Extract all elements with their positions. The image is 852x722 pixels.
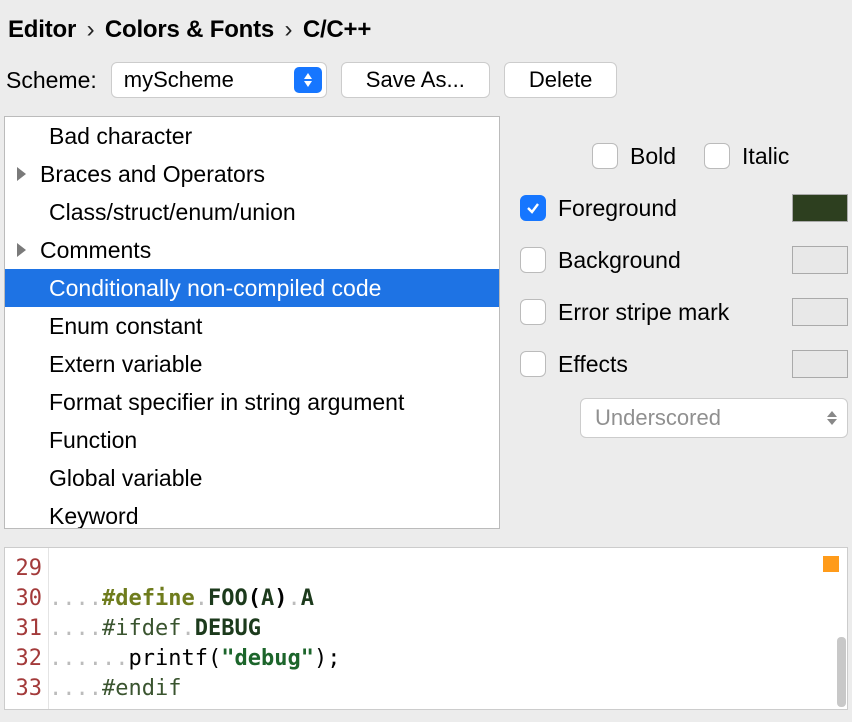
vertical-scrollbar[interactable] — [837, 637, 846, 707]
line-gutter: 29 30 31 32 33 — [5, 548, 49, 709]
list-item[interactable]: Comments — [5, 231, 499, 269]
breadcrumb-ccpp: C/C++ — [303, 16, 371, 43]
breadcrumb: Editor › Colors & Fonts › C/C++ — [0, 0, 852, 62]
save-as-button[interactable]: Save As... — [341, 62, 490, 98]
background-checkbox[interactable] — [520, 247, 546, 273]
scheme-select[interactable]: myScheme — [111, 62, 327, 98]
bold-checkbox[interactable] — [592, 143, 618, 169]
list-item[interactable]: Enum constant — [5, 307, 499, 345]
list-item[interactable]: Class/struct/enum/union — [5, 193, 499, 231]
disclosure-triangle-icon — [17, 243, 26, 257]
list-item[interactable]: Function — [5, 421, 499, 459]
error-stripe-swatch[interactable] — [792, 298, 848, 326]
updown-icon — [294, 67, 322, 93]
background-swatch[interactable] — [792, 246, 848, 274]
style-options: Bold Italic Foreground Background Error … — [520, 116, 848, 529]
chevron-right-icon: › — [87, 16, 95, 43]
list-item[interactable]: Keyword — [5, 497, 499, 529]
delete-button[interactable]: Delete — [504, 62, 618, 98]
breadcrumb-editor: Editor — [8, 16, 76, 43]
list-item[interactable]: Global variable — [5, 459, 499, 497]
scheme-value: myScheme — [124, 67, 234, 93]
disclosure-triangle-icon — [17, 167, 26, 181]
effects-label: Effects — [558, 351, 780, 378]
effects-swatch[interactable] — [792, 350, 848, 378]
error-stripe-label: Error stripe mark — [558, 299, 780, 326]
bold-label: Bold — [630, 143, 676, 170]
updown-icon — [827, 411, 837, 425]
list-item-selected[interactable]: Conditionally non-compiled code — [5, 269, 499, 307]
italic-checkbox[interactable] — [704, 143, 730, 169]
chevron-right-icon: › — [285, 16, 293, 43]
code-body[interactable]: ....#define.FOO(A).A ....#ifdef.DEBUG ..… — [49, 548, 847, 709]
italic-label: Italic — [742, 143, 789, 170]
effects-type-select[interactable]: Underscored — [580, 398, 848, 438]
foreground-swatch[interactable] — [792, 194, 848, 222]
effects-checkbox[interactable] — [520, 351, 546, 377]
warning-mark-icon — [823, 556, 839, 572]
breadcrumb-colors-fonts: Colors & Fonts — [105, 16, 274, 43]
list-item[interactable]: Format specifier in string argument — [5, 383, 499, 421]
code-preview: 29 30 31 32 33 ....#define.FOO(A).A ....… — [4, 547, 848, 710]
effects-type-value: Underscored — [595, 405, 721, 431]
attributes-list[interactable]: Bad character Braces and Operators Class… — [4, 116, 500, 529]
scheme-row: Scheme: myScheme Save As... Delete — [0, 62, 852, 116]
list-item[interactable]: Bad character — [5, 117, 499, 155]
background-label: Background — [558, 247, 780, 274]
foreground-label: Foreground — [558, 195, 780, 222]
foreground-checkbox[interactable] — [520, 195, 546, 221]
error-stripe-checkbox[interactable] — [520, 299, 546, 325]
list-item[interactable]: Braces and Operators — [5, 155, 499, 193]
scheme-label: Scheme: — [6, 67, 97, 94]
list-item[interactable]: Extern variable — [5, 345, 499, 383]
